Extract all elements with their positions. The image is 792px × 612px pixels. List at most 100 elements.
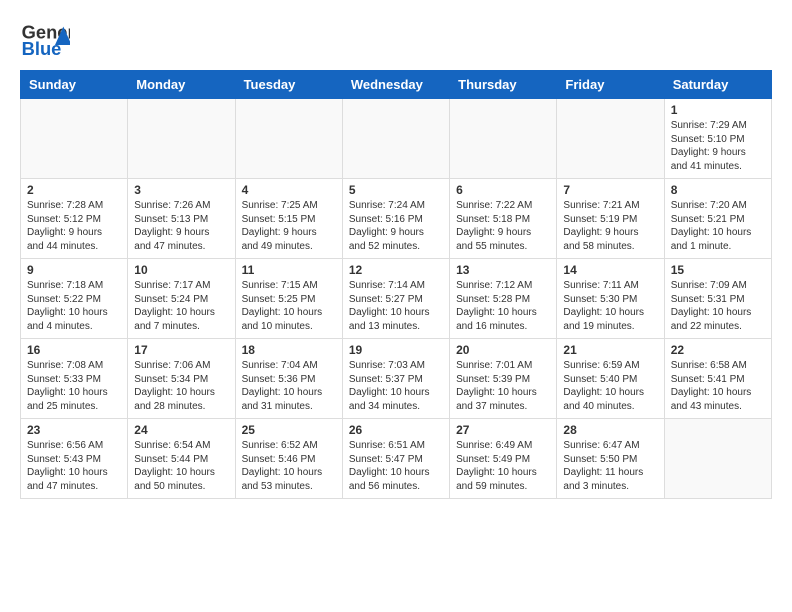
weekday-header-sunday: Sunday [21,71,128,99]
calendar-cell: 9 Sunrise: 7:18 AM Sunset: 5:22 PM Daylig… [21,259,128,339]
day-info: Sunrise: 6:52 AM Sunset: 5:46 PM Dayligh… [242,439,336,493]
calendar-cell: 17 Sunrise: 7:06 AM Sunset: 5:34 PM Dayli… [128,339,235,419]
calendar-cell: 5Sunrise: 7:24 AM Sunset: 5:16 PM Daylig… [342,179,449,259]
day-info: Sunrise: 7:06 AM Sunset: 5:34 PM Dayligh… [134,359,228,413]
calendar-week-row: 1 Sunrise: 7:29 AM Sunset: 5:10 PM Daylig… [21,99,772,179]
calendar-cell: 13 Sunrise: 7:12 AM Sunset: 5:28 PM Dayli… [450,259,557,339]
day-info: Sunrise: 7:25 AM Sunset: 5:15 PM Dayligh… [242,199,336,253]
day-info: Sunrise: 6:47 AM Sunset: 5:50 PM Dayligh… [563,439,657,493]
weekday-header-tuesday: Tuesday [235,71,342,99]
calendar-table: SundayMondayTuesdayWednesdayThursdayFrid… [20,70,772,499]
calendar-header-row: SundayMondayTuesdayWednesdayThursdayFrid… [21,71,772,99]
calendar-cell: 23 Sunrise: 6:56 AM Sunset: 5:43 PM Dayli… [21,419,128,499]
day-number: 23 [27,423,121,437]
calendar-cell [450,99,557,179]
day-info: Sunrise: 7:18 AM Sunset: 5:22 PM Dayligh… [27,279,121,333]
day-number: 13 [456,263,550,277]
day-number: 7 [563,183,657,197]
weekday-header-saturday: Saturday [664,71,771,99]
weekday-header-wednesday: Wednesday [342,71,449,99]
day-info: Sunrise: 7:21 AM Sunset: 5:19 PM Dayligh… [563,199,657,253]
day-number: 22 [671,343,765,357]
day-info: Sunrise: 7:14 AM Sunset: 5:27 PM Dayligh… [349,279,443,333]
day-number: 21 [563,343,657,357]
calendar-cell: 14 Sunrise: 7:11 AM Sunset: 5:30 PM Dayli… [557,259,664,339]
calendar-cell: 19Sunrise: 7:03 AM Sunset: 5:37 PM Dayli… [342,339,449,419]
day-info: Sunrise: 7:08 AM Sunset: 5:33 PM Dayligh… [27,359,121,413]
calendar-cell [557,99,664,179]
day-info: Sunrise: 7:26 AM Sunset: 5:13 PM Dayligh… [134,199,228,253]
weekday-header-monday: Monday [128,71,235,99]
day-number: 3 [134,183,228,197]
day-number: 2 [27,183,121,197]
day-info: Sunrise: 7:29 AM Sunset: 5:10 PM Dayligh… [671,119,765,173]
calendar-cell [235,99,342,179]
page-header: General Blue [20,20,772,60]
day-number: 15 [671,263,765,277]
day-info: Sunrise: 7:01 AM Sunset: 5:39 PM Dayligh… [456,359,550,413]
day-info: Sunrise: 6:51 AM Sunset: 5:47 PM Dayligh… [349,439,443,493]
weekday-header-thursday: Thursday [450,71,557,99]
day-number: 11 [242,263,336,277]
day-number: 4 [242,183,336,197]
svg-text:Blue: Blue [22,38,62,59]
day-info: Sunrise: 7:28 AM Sunset: 5:12 PM Dayligh… [27,199,121,253]
calendar-cell: 16 Sunrise: 7:08 AM Sunset: 5:33 PM Dayli… [21,339,128,419]
logo-icon: General Blue [20,20,70,60]
calendar-week-row: 16 Sunrise: 7:08 AM Sunset: 5:33 PM Dayli… [21,339,772,419]
calendar-cell [664,419,771,499]
day-number: 14 [563,263,657,277]
weekday-header-friday: Friday [557,71,664,99]
day-number: 24 [134,423,228,437]
day-info: Sunrise: 6:56 AM Sunset: 5:43 PM Dayligh… [27,439,121,493]
day-number: 25 [242,423,336,437]
day-number: 28 [563,423,657,437]
day-info: Sunrise: 7:09 AM Sunset: 5:31 PM Dayligh… [671,279,765,333]
calendar-cell: 26 Sunrise: 6:51 AM Sunset: 5:47 PM Dayli… [342,419,449,499]
day-info: Sunrise: 6:58 AM Sunset: 5:41 PM Dayligh… [671,359,765,413]
day-info: Sunrise: 6:49 AM Sunset: 5:49 PM Dayligh… [456,439,550,493]
day-number: 1 [671,103,765,117]
day-number: 8 [671,183,765,197]
day-info: Sunrise: 7:03 AM Sunset: 5:37 PM Dayligh… [349,359,443,413]
day-info: Sunrise: 7:12 AM Sunset: 5:28 PM Dayligh… [456,279,550,333]
calendar-cell [342,99,449,179]
calendar-cell: 12 Sunrise: 7:14 AM Sunset: 5:27 PM Dayli… [342,259,449,339]
calendar-week-row: 2 Sunrise: 7:28 AM Sunset: 5:12 PM Daylig… [21,179,772,259]
calendar-cell: 27 Sunrise: 6:49 AM Sunset: 5:49 PM Dayli… [450,419,557,499]
calendar-cell: 20 Sunrise: 7:01 AM Sunset: 5:39 PM Dayli… [450,339,557,419]
day-info: Sunrise: 6:54 AM Sunset: 5:44 PM Dayligh… [134,439,228,493]
calendar-week-row: 9 Sunrise: 7:18 AM Sunset: 5:22 PM Daylig… [21,259,772,339]
calendar-cell: 28 Sunrise: 6:47 AM Sunset: 5:50 PM Dayli… [557,419,664,499]
calendar-cell: 1 Sunrise: 7:29 AM Sunset: 5:10 PM Daylig… [664,99,771,179]
calendar-week-row: 23 Sunrise: 6:56 AM Sunset: 5:43 PM Dayli… [21,419,772,499]
logo: General Blue [20,20,74,60]
day-number: 27 [456,423,550,437]
calendar-cell: 3 Sunrise: 7:26 AM Sunset: 5:13 PM Daylig… [128,179,235,259]
calendar-cell: 22 Sunrise: 6:58 AM Sunset: 5:41 PM Dayli… [664,339,771,419]
day-info: Sunrise: 7:04 AM Sunset: 5:36 PM Dayligh… [242,359,336,413]
day-info: Sunrise: 7:11 AM Sunset: 5:30 PM Dayligh… [563,279,657,333]
day-number: 26 [349,423,443,437]
calendar-cell: 11 Sunrise: 7:15 AM Sunset: 5:25 PM Dayli… [235,259,342,339]
day-number: 18 [242,343,336,357]
day-info: Sunrise: 7:17 AM Sunset: 5:24 PM Dayligh… [134,279,228,333]
day-info: Sunrise: 7:22 AM Sunset: 5:18 PM Dayligh… [456,199,550,253]
calendar-cell: 24 Sunrise: 6:54 AM Sunset: 5:44 PM Dayli… [128,419,235,499]
day-number: 9 [27,263,121,277]
calendar-cell [21,99,128,179]
day-info: Sunrise: 7:15 AM Sunset: 5:25 PM Dayligh… [242,279,336,333]
day-number: 12 [349,263,443,277]
calendar-cell: 25 Sunrise: 6:52 AM Sunset: 5:46 PM Dayli… [235,419,342,499]
day-number: 20 [456,343,550,357]
calendar-cell: 4 Sunrise: 7:25 AM Sunset: 5:15 PM Daylig… [235,179,342,259]
day-number: 10 [134,263,228,277]
day-info: Sunrise: 7:20 AM Sunset: 5:21 PM Dayligh… [671,199,765,253]
day-info: Sunrise: 6:59 AM Sunset: 5:40 PM Dayligh… [563,359,657,413]
calendar-cell [128,99,235,179]
day-number: 6 [456,183,550,197]
day-number: 16 [27,343,121,357]
calendar-cell: 21 Sunrise: 6:59 AM Sunset: 5:40 PM Dayli… [557,339,664,419]
day-number: 17 [134,343,228,357]
calendar-cell: 10 Sunrise: 7:17 AM Sunset: 5:24 PM Dayli… [128,259,235,339]
